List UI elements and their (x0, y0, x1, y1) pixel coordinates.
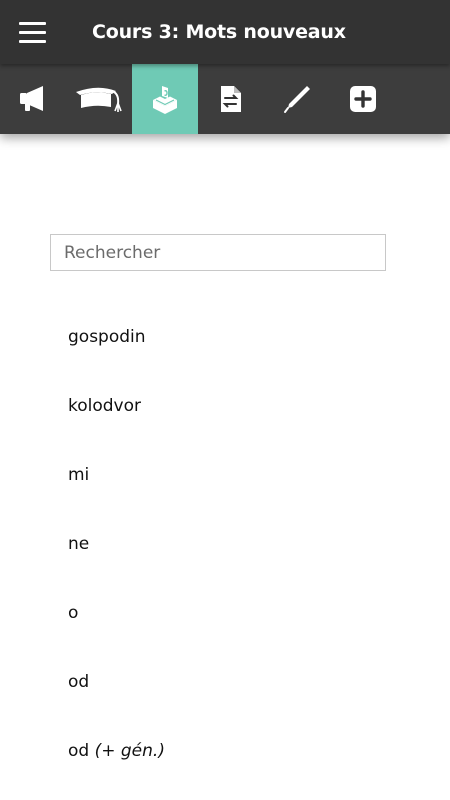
word-list: gospodin kolodvor mi ne o od od (+ gén.) (0, 302, 450, 785)
word-text: kolodvor (68, 396, 142, 416)
search-input[interactable] (50, 234, 386, 271)
page-title: Cours 3: Mots nouveaux (92, 21, 346, 43)
word-text: ne (68, 534, 90, 554)
word-grammar-note: (+ gén.) (94, 741, 165, 761)
tab-write[interactable] (264, 64, 330, 134)
word-text: od (68, 672, 90, 692)
list-item[interactable]: o (0, 578, 450, 647)
app-header: Cours 3: Mots nouveaux (0, 0, 450, 64)
hamburger-menu-icon[interactable] (19, 20, 47, 46)
list-item[interactable]: kolodvor (0, 371, 450, 440)
tab-translate[interactable] (198, 64, 264, 134)
document-swap-icon (221, 86, 241, 112)
ballot-box-icon (153, 86, 177, 114)
graduation-cap-icon (76, 87, 122, 112)
list-item[interactable]: od (0, 647, 450, 716)
word-text: gospodin (68, 327, 146, 347)
pen-icon (284, 86, 310, 113)
list-item[interactable]: od (+ gén.) (0, 716, 450, 785)
plus-square-icon (350, 86, 376, 112)
list-item[interactable]: ne (0, 509, 450, 578)
word-text: o (68, 603, 79, 623)
lesson-toolbar (0, 64, 450, 134)
tab-add[interactable] (330, 64, 396, 134)
word-text: mi (68, 465, 90, 485)
list-item[interactable]: mi (0, 440, 450, 509)
megaphone-icon (20, 86, 43, 111)
list-item[interactable]: gospodin (0, 302, 450, 371)
tab-listen[interactable] (0, 64, 66, 134)
word-text: od (68, 741, 90, 761)
tab-learn[interactable] (66, 64, 132, 134)
tab-vocabulary[interactable] (132, 64, 198, 134)
